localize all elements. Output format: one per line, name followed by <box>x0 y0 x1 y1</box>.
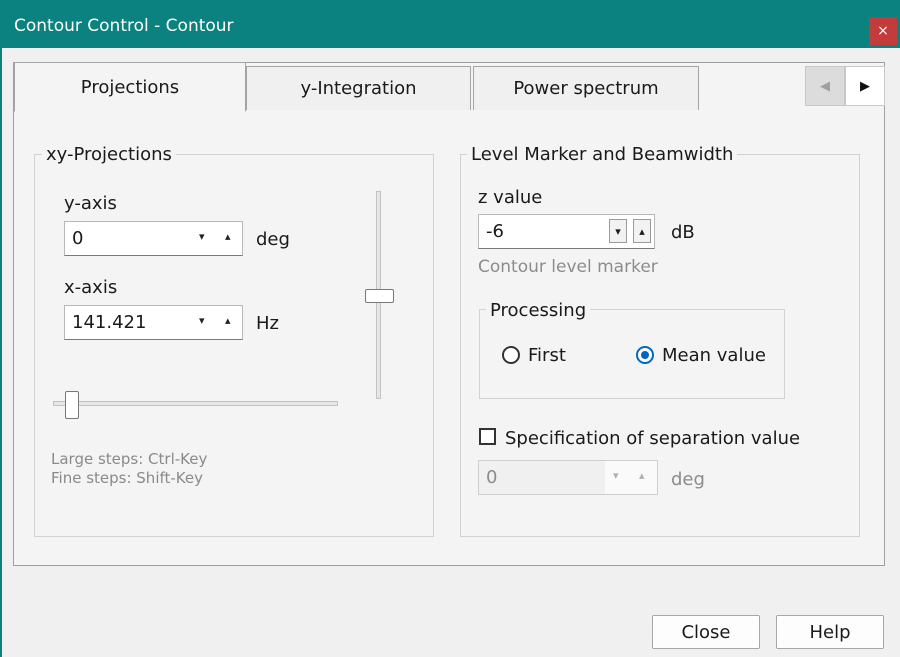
spin-up-icon: ▴ <box>639 469 645 482</box>
tab-scroll-left-button[interactable]: ◀ <box>805 66 845 106</box>
z-value-unit: dB <box>671 222 695 243</box>
radio-mean-value[interactable] <box>636 346 654 364</box>
spin-up-icon[interactable]: ▴ <box>225 230 231 243</box>
window-title: Contour Control - Contour <box>14 16 234 36</box>
spin-down-icon[interactable]: ▾ <box>609 219 627 243</box>
tab-scroll-right-button[interactable]: ▶ <box>845 66 885 106</box>
y-axis-spinbox[interactable]: 0 ▾ ▴ <box>64 221 243 256</box>
spin-down-icon[interactable]: ▾ <box>199 314 205 327</box>
vertical-slider-thumb[interactable] <box>365 289 394 303</box>
radio-first-label[interactable]: First <box>528 345 566 366</box>
help-button[interactable]: Help <box>776 615 884 649</box>
x-axis-label: x-axis <box>64 277 118 298</box>
tab-y-integration-label: y-Integration <box>300 78 417 99</box>
tab-y-integration[interactable]: y-Integration <box>246 66 471 110</box>
radio-mean-value-label[interactable]: Mean value <box>662 345 766 366</box>
chevron-left-icon: ◀ <box>820 78 830 94</box>
close-icon: × <box>877 23 889 39</box>
horizontal-slider-thumb[interactable] <box>65 391 79 419</box>
chevron-right-icon: ▶ <box>860 78 870 94</box>
tab-power-spectrum[interactable]: Power spectrum <box>473 66 699 110</box>
separation-checkbox-label[interactable]: Specification of separation value <box>505 428 800 449</box>
z-value-label: z value <box>478 187 543 208</box>
separation-unit: deg <box>671 469 705 490</box>
horizontal-slider-track[interactable] <box>53 401 338 406</box>
window-close-button[interactable]: × <box>869 17 897 45</box>
close-button[interactable]: Close <box>652 615 760 649</box>
separation-checkbox[interactable] <box>479 428 496 445</box>
contour-level-marker-caption: Contour level marker <box>478 257 658 277</box>
y-axis-unit: deg <box>256 229 290 250</box>
radio-first[interactable] <box>502 346 520 364</box>
x-axis-spinbox[interactable]: 141.421 ▾ ▴ <box>64 305 243 340</box>
help-button-label: Help <box>809 621 851 643</box>
spin-up-icon[interactable]: ▴ <box>225 314 231 327</box>
x-axis-value: 141.421 <box>72 312 147 333</box>
close-button-label: Close <box>681 621 731 643</box>
spin-down-icon[interactable]: ▾ <box>199 230 205 243</box>
level-marker-legend: Level Marker and Beamwidth <box>467 144 738 165</box>
y-axis-label: y-axis <box>64 193 117 214</box>
separation-value-spinbox[interactable]: 0 ▾ ▴ <box>478 460 658 495</box>
tab-projections-label: Projections <box>80 76 180 98</box>
z-value-value: -6 <box>486 221 504 242</box>
xy-projections-legend: xy-Projections <box>42 144 176 165</box>
y-axis-value: 0 <box>72 228 84 249</box>
spin-down-icon: ▾ <box>613 469 619 482</box>
x-axis-unit: Hz <box>256 313 279 334</box>
large-steps-hint: Large steps: Ctrl-Key <box>51 450 208 468</box>
title-bar[interactable]: Contour Control - Contour × <box>0 0 900 48</box>
separation-value: 0 <box>486 467 498 488</box>
dialog-window: Contour Control - Contour × Projections … <box>0 0 900 657</box>
processing-legend: Processing <box>486 300 591 321</box>
tab-projections[interactable]: Projections <box>14 62 246 112</box>
z-value-spinbox[interactable]: -6 ▾ ▴ <box>478 214 655 249</box>
tab-power-spectrum-label: Power spectrum <box>513 78 659 99</box>
spin-up-icon[interactable]: ▴ <box>633 219 651 243</box>
fine-steps-hint: Fine steps: Shift-Key <box>51 469 203 487</box>
